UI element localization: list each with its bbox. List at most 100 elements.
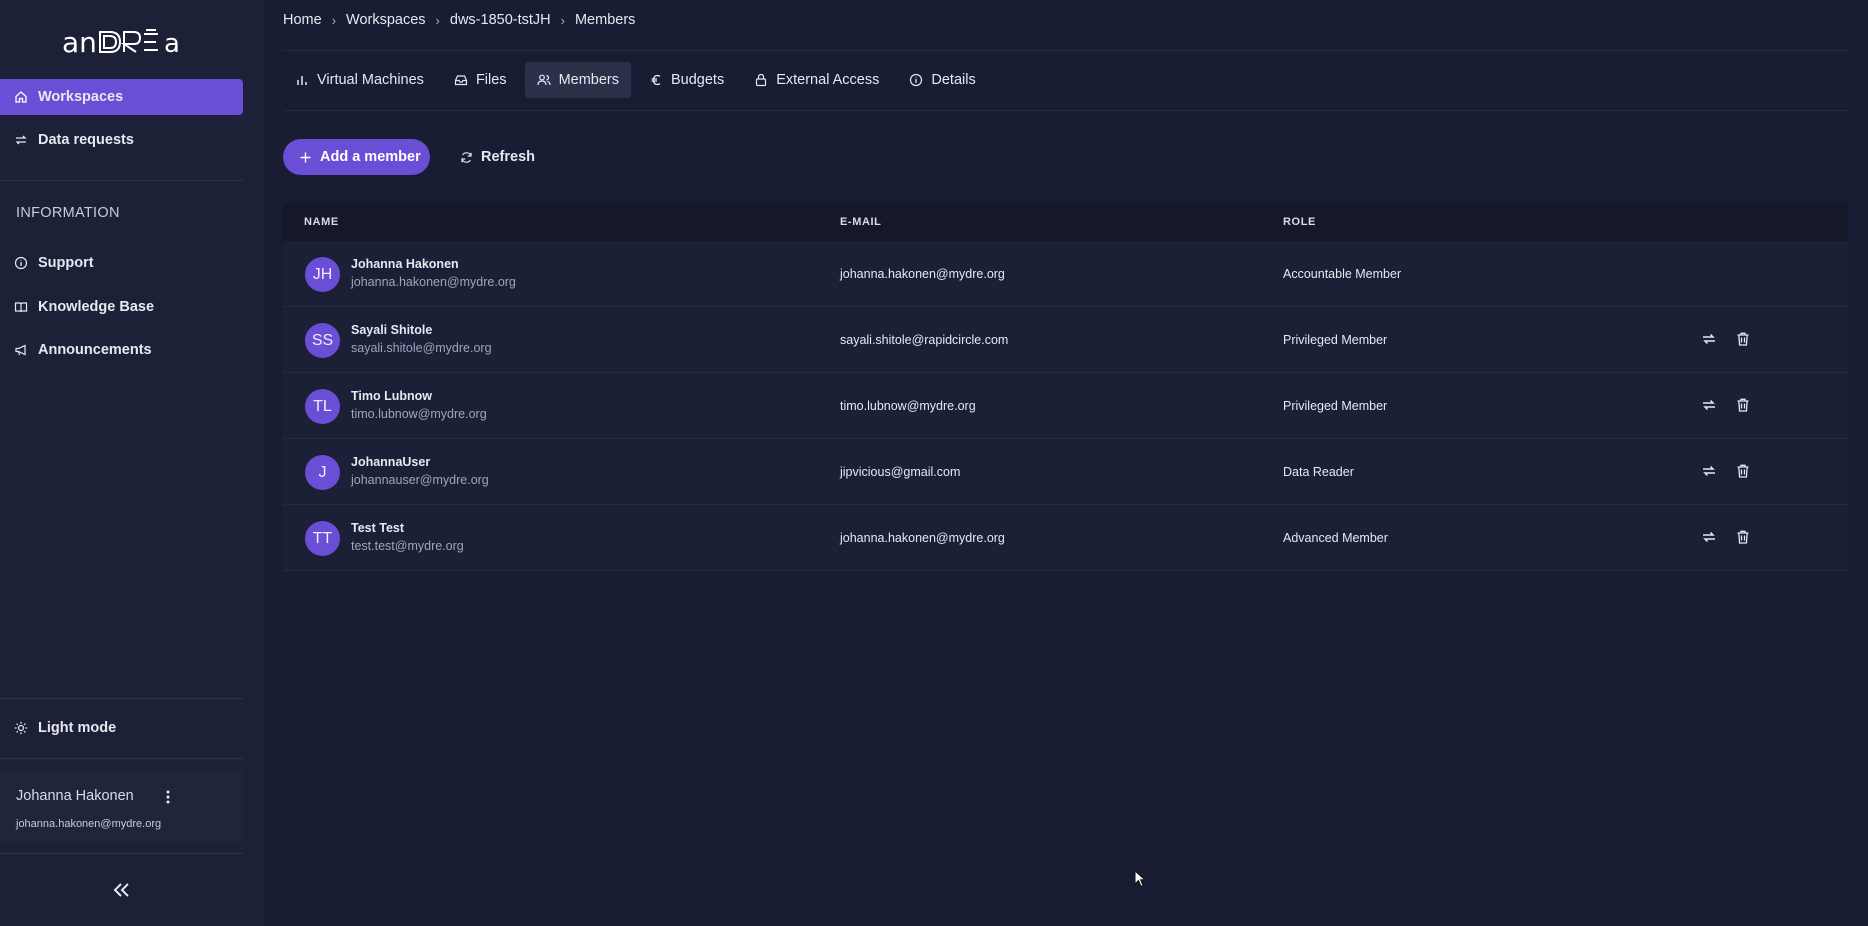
- delete-member-icon[interactable]: [1735, 397, 1751, 413]
- inbox-icon: [454, 75, 468, 86]
- sidebar-item-label: Announcements: [38, 342, 152, 358]
- sidebar-item-workspaces[interactable]: Workspaces: [0, 79, 243, 115]
- theme-toggle[interactable]: Light mode: [0, 710, 243, 746]
- refresh-label: Refresh: [481, 149, 535, 165]
- member-role: Accountable Member: [1283, 267, 1402, 281]
- tab-label: Budgets: [671, 72, 725, 88]
- member-username: timo.lubnow@mydre.org: [351, 407, 487, 421]
- delete-member-icon[interactable]: [1735, 463, 1751, 479]
- tabs-divider: [283, 110, 1848, 111]
- change-role-icon[interactable]: [1701, 529, 1717, 545]
- column-header-role[interactable]: ROLE: [1283, 216, 1316, 228]
- table-row[interactable]: TL Timo Lubnow timo.lubnow@mydre.org timo.l…: [283, 373, 1848, 439]
- member-name: JohannaUser: [351, 455, 431, 469]
- sidebar-divider: [0, 180, 243, 181]
- megaphone-icon: [15, 344, 26, 356]
- refresh-icon: [461, 151, 472, 163]
- avatar: JH: [305, 257, 340, 292]
- column-header-email[interactable]: E-MAIL: [840, 216, 881, 228]
- table-row[interactable]: TT Test Test test.test@mydre.org johanna.ha…: [283, 505, 1848, 571]
- header-divider: [283, 50, 1848, 51]
- sidebar: an a Workspaces Data requests INFORMATIO…: [0, 0, 265, 926]
- breadcrumb: Home › Workspaces › dws-1850-tstJH › Mem…: [283, 12, 635, 28]
- users-icon: [536, 74, 551, 86]
- sun-icon: [14, 721, 28, 735]
- column-header-name[interactable]: NAME: [304, 216, 339, 228]
- members-table: NAME E-MAIL ROLE JH Johanna Hakonen johann…: [283, 203, 1848, 571]
- tab-external-access[interactable]: External Access: [742, 62, 891, 98]
- sidebar-item-label: Support: [38, 255, 94, 271]
- bar-chart-icon: [297, 76, 307, 85]
- member-name: Timo Lubnow: [351, 389, 433, 403]
- avatar: SS: [305, 323, 340, 358]
- table-header: NAME E-MAIL ROLE: [283, 203, 1848, 241]
- svg-text:a: a: [164, 29, 180, 59]
- plus-icon: [300, 152, 311, 162]
- table-body: JH Johanna Hakonen johanna.hakonen@mydre.o…: [283, 241, 1848, 571]
- breadcrumb-home[interactable]: Home: [283, 12, 322, 28]
- refresh-button[interactable]: Refresh: [460, 139, 535, 175]
- avatar: TT: [305, 521, 340, 556]
- change-role-icon[interactable]: [1701, 397, 1717, 413]
- chevron-right-icon: ›: [435, 12, 440, 28]
- breadcrumb-workspaces[interactable]: Workspaces: [346, 12, 426, 28]
- table-row[interactable]: JH Johanna Hakonen johanna.hakonen@mydre.o…: [283, 241, 1848, 307]
- workspace-tabs: Virtual Machines Files Members Budgets E…: [283, 62, 988, 98]
- andrea-logo[interactable]: an a: [60, 22, 184, 60]
- sidebar-item-data-requests[interactable]: Data requests: [0, 122, 243, 158]
- sidebar-divider: [0, 758, 243, 759]
- tab-label: Virtual Machines: [317, 72, 424, 88]
- member-role: Advanced Member: [1283, 531, 1388, 545]
- add-member-button[interactable]: Add a member: [283, 139, 430, 175]
- sidebar-item-label: Data requests: [38, 132, 134, 148]
- tab-details[interactable]: Details: [897, 62, 987, 98]
- member-name: Sayali Shitole: [351, 323, 433, 337]
- more-vertical-icon[interactable]: [160, 788, 176, 806]
- section-label-information: INFORMATION: [16, 205, 120, 221]
- chevron-right-icon: ›: [560, 12, 565, 28]
- member-name: Test Test: [351, 521, 405, 535]
- user-card: Johanna Hakonen johanna.hakonen@mydre.or…: [0, 770, 243, 842]
- breadcrumb-workspace[interactable]: dws-1850-tstJH: [450, 12, 551, 28]
- table-row[interactable]: SS Sayali Shitole sayali.shitole@mydre.org…: [283, 307, 1848, 373]
- lock-icon: [756, 73, 767, 87]
- change-role-icon[interactable]: [1701, 463, 1717, 479]
- tab-files[interactable]: Files: [442, 62, 519, 98]
- avatar: J: [305, 455, 340, 490]
- member-email: johanna.hakonen@mydre.org: [840, 267, 1005, 281]
- user-name: Johanna Hakonen: [16, 788, 134, 804]
- sidebar-item-knowledge-base[interactable]: Knowledge Base: [0, 289, 243, 325]
- main-content: Home › Workspaces › dws-1850-tstJH › Mem…: [265, 0, 1868, 926]
- collapse-sidebar-icon[interactable]: [110, 880, 132, 900]
- svg-text:an: an: [62, 26, 97, 59]
- member-username: johannauser@mydre.org: [351, 473, 489, 487]
- sidebar-item-support[interactable]: Support: [0, 245, 243, 281]
- breadcrumb-current: Members: [574, 12, 636, 28]
- delete-member-icon[interactable]: [1735, 331, 1751, 347]
- member-email: jipvicious@gmail.com: [840, 465, 961, 479]
- tab-budgets[interactable]: Budgets: [637, 62, 736, 98]
- member-role: Privileged Member: [1283, 333, 1388, 347]
- member-username: johanna.hakonen@mydre.org: [351, 275, 516, 289]
- member-username: sayali.shitole@mydre.org: [351, 341, 492, 355]
- theme-toggle-label: Light mode: [38, 720, 117, 736]
- mouse-cursor-icon: [1134, 870, 1146, 888]
- avatar: TL: [305, 389, 340, 424]
- member-username: test.test@mydre.org: [351, 539, 464, 553]
- book-icon: [14, 302, 28, 313]
- sidebar-item-announcements[interactable]: Announcements: [0, 332, 243, 368]
- table-row[interactable]: J JohannaUser johannauser@mydre.org jipvici…: [283, 439, 1848, 505]
- home-icon: [15, 91, 27, 103]
- member-role: Data Reader: [1283, 465, 1354, 479]
- member-role: Privileged Member: [1283, 399, 1388, 413]
- delete-member-icon[interactable]: [1735, 529, 1751, 545]
- tab-virtual-machines[interactable]: Virtual Machines: [283, 62, 436, 98]
- tab-members[interactable]: Members: [524, 62, 631, 98]
- info-circle-icon: [910, 73, 923, 87]
- add-member-label: Add a member: [320, 149, 421, 165]
- change-role-icon[interactable]: [1701, 331, 1717, 347]
- member-email: sayali.shitole@rapidcircle.com: [840, 333, 1009, 347]
- member-email: johanna.hakonen@mydre.org: [840, 531, 1005, 545]
- tab-label: Details: [931, 72, 976, 88]
- sidebar-divider: [0, 853, 243, 854]
